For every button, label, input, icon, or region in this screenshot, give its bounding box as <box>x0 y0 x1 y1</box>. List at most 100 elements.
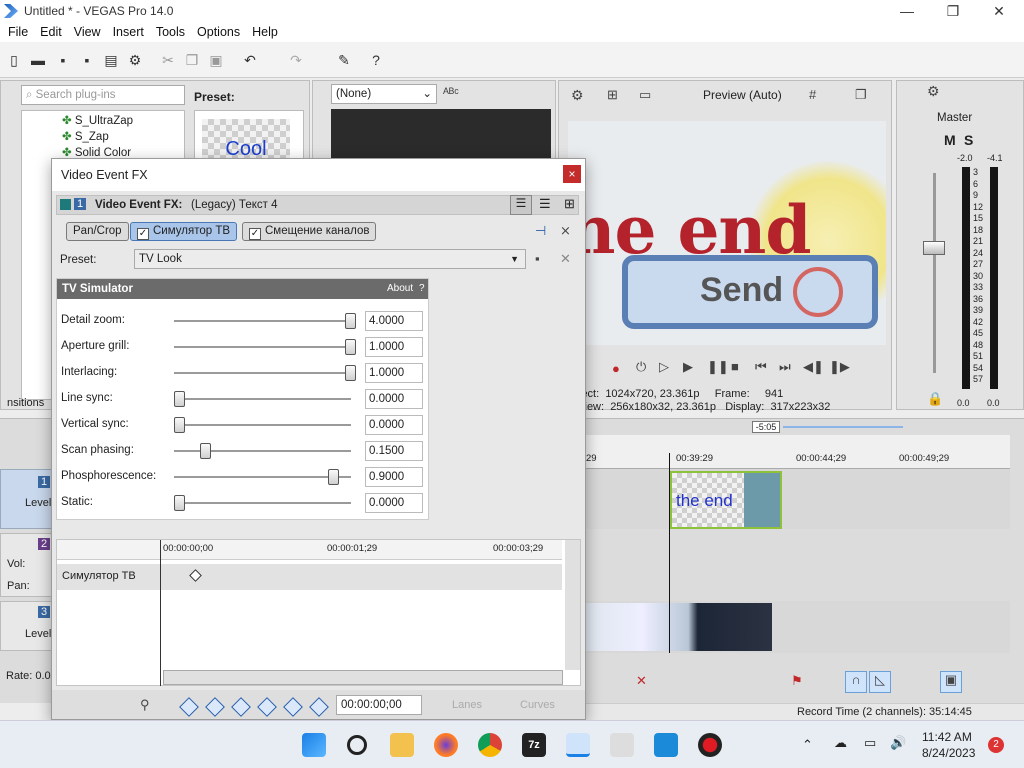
param-slider-thumb[interactable] <box>345 313 356 329</box>
param-value-field[interactable]: 0.0000 <box>365 415 423 435</box>
save-preset-icon[interactable]: ▪ <box>535 251 540 266</box>
param-slider-track[interactable] <box>174 346 351 348</box>
event-fx-icon[interactable]: ✎ <box>336 52 352 68</box>
save-icon[interactable]: ▪ <box>55 52 71 68</box>
delete-preset-icon[interactable]: ✕ <box>560 251 571 267</box>
keyframe-vertical-scrollbar[interactable] <box>565 540 580 670</box>
param-slider-thumb[interactable] <box>200 443 211 459</box>
param-slider-track[interactable] <box>174 476 351 478</box>
plugin-item[interactable]: ✤ S_UltraZap <box>62 113 133 127</box>
param-value-field[interactable]: 1.0000 <box>365 337 423 357</box>
keyframe-ruler[interactable]: 00:00:00;00 00:00:01;29 00:00:03;29 <box>57 540 562 560</box>
next-frame-icon[interactable]: ❚▶ <box>829 359 850 375</box>
loop-icon[interactable]: ⏻ <box>636 359 646 375</box>
clock-time[interactable]: 11:42 AM <box>922 730 972 744</box>
video-clip-screen[interactable] <box>586 603 772 651</box>
copy-snapshot-icon[interactable]: ❐ <box>855 87 867 103</box>
undo-icon[interactable]: ↶ <box>242 52 258 68</box>
search-icon[interactable] <box>347 735 367 755</box>
marker-icon[interactable]: ⚑ <box>791 673 803 689</box>
snapping-magnet-icon[interactable]: ∩ <box>845 671 867 693</box>
help-link[interactable]: ? <box>419 279 425 299</box>
lock-icon[interactable]: 🔒 <box>927 391 943 407</box>
app-icon[interactable] <box>654 733 678 757</box>
param-slider-track[interactable] <box>174 502 351 504</box>
remove-plugin-icon[interactable]: ⨯ <box>560 223 571 239</box>
cloud-icon[interactable]: ☁ <box>834 735 847 751</box>
go-to-end-icon[interactable]: ⏭ <box>779 359 791 375</box>
master-fader[interactable] <box>923 241 945 255</box>
transitions-tab[interactable]: nsitions <box>7 397 44 409</box>
track-header-1[interactable]: 1 Level <box>0 469 52 529</box>
restore-button[interactable]: ❐ <box>930 0 976 22</box>
play-icon[interactable]: ▶ <box>683 359 693 375</box>
settings-gear-icon[interactable]: ⚙ <box>127 52 143 68</box>
param-slider-thumb[interactable] <box>174 417 185 433</box>
grid-view-icon[interactable]: ⊞ <box>564 196 575 212</box>
firefox-icon[interactable] <box>434 733 458 757</box>
param-value-field[interactable]: 0.9000 <box>365 467 423 487</box>
app-icon[interactable] <box>610 733 634 757</box>
chrome-icon[interactable] <box>478 733 502 757</box>
keyframe-marker[interactable] <box>189 569 202 582</box>
split-screen-icon[interactable]: ⊞ <box>607 87 618 103</box>
master-solo-button[interactable]: S <box>964 132 973 148</box>
trimmer-dropdown[interactable]: (None) ⌄ <box>331 84 437 104</box>
recorder-icon[interactable] <box>698 733 722 757</box>
7zip-icon[interactable]: 7z <box>522 733 546 757</box>
delete-icon[interactable]: ✕ <box>636 673 647 689</box>
keyframe-time-field[interactable]: 00:00:00;00 <box>336 695 422 715</box>
master-settings-icon[interactable]: ⚙ <box>927 83 940 100</box>
param-value-field[interactable]: 4.0000 <box>365 311 423 331</box>
whats-this-help-icon[interactable]: ? <box>368 52 384 68</box>
menu-help[interactable]: Help <box>246 25 284 39</box>
menu-edit[interactable]: Edit <box>34 25 68 39</box>
param-slider-thumb[interactable] <box>328 469 339 485</box>
param-value-field[interactable]: 0.1500 <box>365 441 423 461</box>
param-slider-thumb[interactable] <box>174 495 185 511</box>
track-header-3[interactable]: 3 Level <box>0 601 52 651</box>
spellcheck-icon[interactable]: ᴬᴮᶜ <box>443 85 459 100</box>
param-slider-thumb[interactable] <box>345 339 356 355</box>
copy-icon[interactable]: ❐ <box>184 52 200 68</box>
play-from-start-icon[interactable]: ▷ <box>659 359 669 375</box>
playhead[interactable] <box>669 453 670 653</box>
sync-cursor-icon[interactable]: ⚲ <box>140 697 150 713</box>
param-slider-track[interactable] <box>174 372 351 374</box>
menu-options[interactable]: Options <box>191 25 246 39</box>
panel-view-icon[interactable]: ☰ <box>510 195 532 215</box>
tab-channel-shift[interactable]: ✓ Смещение каналов <box>242 222 377 241</box>
menu-insert[interactable]: Insert <box>107 25 150 39</box>
first-keyframe-icon[interactable] <box>179 697 199 717</box>
new-file-icon[interactable]: ▯ <box>6 52 22 68</box>
redo-icon[interactable]: ↷ <box>288 52 304 68</box>
vegas-taskbar-icon[interactable] <box>566 733 590 757</box>
about-link[interactable]: About <box>387 279 413 299</box>
save-as-icon[interactable]: ▪ <box>79 52 95 68</box>
volume-icon[interactable]: 🔊 <box>890 735 906 751</box>
windows-start-icon[interactable] <box>302 733 326 757</box>
auto-crossfade-icon[interactable]: ◺ <box>869 671 891 693</box>
plugin-item[interactable]: ✤ Solid Color <box>62 145 131 159</box>
menu-view[interactable]: View <box>68 25 107 39</box>
go-to-start-icon[interactable]: ⏮ <box>755 359 767 375</box>
chevron-up-icon[interactable]: ⌃ <box>802 737 813 753</box>
menu-file[interactable]: File <box>2 25 34 39</box>
preview-quality-dropdown[interactable]: Preview (Auto) <box>703 88 782 102</box>
record-icon[interactable]: ● <box>612 361 620 376</box>
paste-icon[interactable]: ▣ <box>208 52 224 68</box>
menu-tools[interactable]: Tools <box>150 25 191 39</box>
pause-icon[interactable]: ❚❚ <box>707 359 729 375</box>
plugin-item[interactable]: ✤ S_Zap <box>62 129 109 143</box>
cut-icon[interactable]: ✂ <box>160 52 176 68</box>
close-window-button[interactable]: ✕ <box>976 0 1022 22</box>
video-clip[interactable]: the end <box>670 471 782 529</box>
auto-ripple-icon[interactable]: ▣ <box>940 671 962 693</box>
clock-date[interactable]: 8/24/2023 <box>922 746 975 760</box>
keyframe-horizontal-scrollbar[interactable] <box>163 670 563 685</box>
previous-keyframe-icon[interactable] <box>205 697 225 717</box>
plugin-search-input[interactable]: ⌕ Search plug-ins <box>21 85 185 105</box>
dialog-close-button[interactable]: × <box>563 165 581 183</box>
add-keyframe-icon[interactable] <box>283 697 303 717</box>
param-slider-thumb[interactable] <box>174 391 185 407</box>
